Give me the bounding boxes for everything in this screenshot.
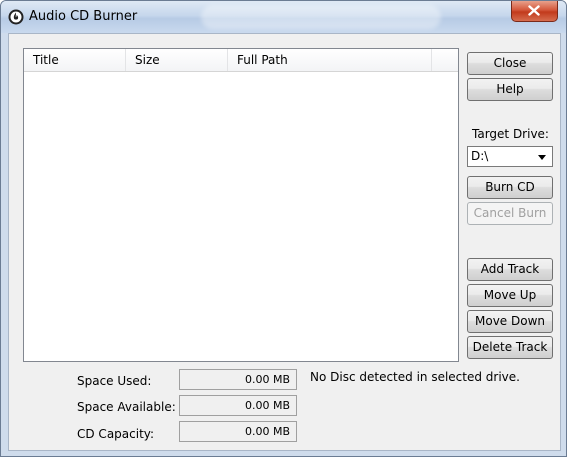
column-header-size[interactable]: Size xyxy=(126,49,228,71)
burner-app-icon xyxy=(8,9,24,25)
app-window: Audio CD Burner Title Size Full Path Clo… xyxy=(0,0,567,457)
target-drive-value: D:\ xyxy=(471,149,489,163)
target-drive-select[interactable]: D:\ xyxy=(467,146,553,167)
column-header-full-path[interactable]: Full Path xyxy=(228,49,432,71)
window-title: Audio CD Burner xyxy=(29,9,138,24)
space-used-label: Space Used: xyxy=(77,374,152,388)
title-bar[interactable]: Audio CD Burner xyxy=(1,1,566,33)
burn-cd-button[interactable]: Burn CD xyxy=(467,176,553,199)
cancel-burn-button[interactable]: Cancel Burn xyxy=(467,202,553,225)
space-available-value: 0.00 MB xyxy=(179,395,297,416)
title-bar-glow xyxy=(201,5,441,29)
column-header-title[interactable]: Title xyxy=(24,49,126,71)
space-used-value: 0.00 MB xyxy=(179,369,297,390)
cd-capacity-value: 0.00 MB xyxy=(179,421,297,442)
delete-track-button[interactable]: Delete Track xyxy=(467,336,553,359)
cd-capacity-label: CD Capacity: xyxy=(77,427,155,441)
move-up-button[interactable]: Move Up xyxy=(467,284,553,307)
window-close-button[interactable] xyxy=(511,1,558,22)
disc-status-message: No Disc detected in selected drive. xyxy=(310,370,520,384)
close-button[interactable]: Close xyxy=(467,52,553,75)
move-down-button[interactable]: Move Down xyxy=(467,310,553,333)
track-list[interactable]: Title Size Full Path xyxy=(23,48,459,362)
chevron-down-icon xyxy=(538,155,546,160)
target-drive-label: Target Drive: xyxy=(472,127,549,141)
add-track-button[interactable]: Add Track xyxy=(467,258,553,281)
dialog-client-area: Title Size Full Path Close Help Target D… xyxy=(8,33,561,451)
close-icon xyxy=(528,5,540,16)
space-available-label: Space Available: xyxy=(77,400,176,414)
help-button[interactable]: Help xyxy=(467,78,553,101)
track-list-header: Title Size Full Path xyxy=(24,49,458,72)
